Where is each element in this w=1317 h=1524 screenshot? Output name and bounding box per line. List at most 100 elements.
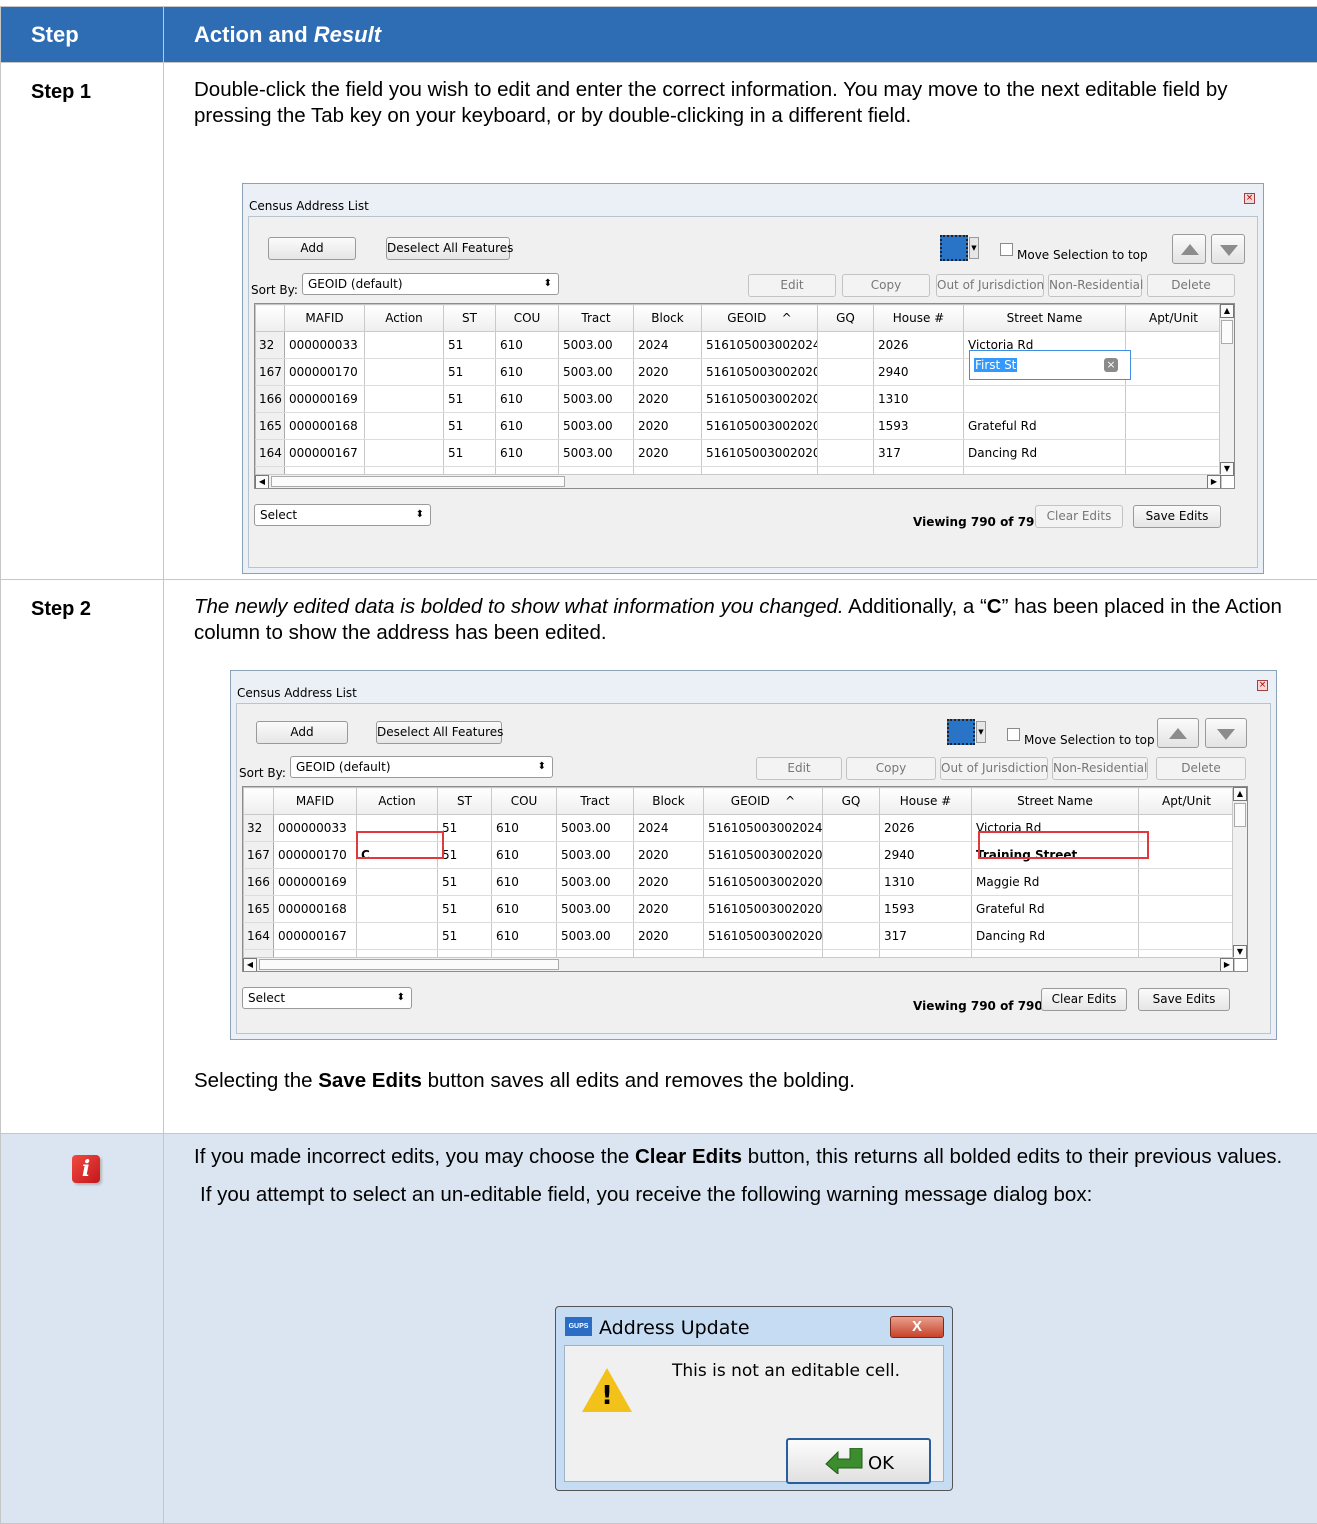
- scroll-thumb[interactable]: [1221, 320, 1233, 344]
- deselect-all-button[interactable]: Deselect All Features: [376, 721, 502, 744]
- cell-action[interactable]: [365, 413, 444, 440]
- cell-mafid[interactable]: 000000169: [274, 869, 357, 896]
- cell-tract[interactable]: 5003.00: [559, 359, 634, 386]
- cell-mafid[interactable]: 000000168: [285, 413, 365, 440]
- cell-geoid[interactable]: 516105003002020: [704, 869, 823, 896]
- cell-house[interactable]: 1310: [874, 386, 964, 413]
- cell-geoid[interactable]: 516105003002020: [702, 359, 818, 386]
- add-button[interactable]: Add: [256, 721, 348, 744]
- select-dropdown[interactable]: Select⬍: [254, 504, 431, 526]
- clear-text-icon[interactable]: ×: [1104, 358, 1118, 372]
- cell-block[interactable]: 2020: [634, 923, 704, 950]
- close-icon[interactable]: ×: [1257, 680, 1268, 691]
- table-row[interactable]: 165000000168516105003.002020516105003002…: [256, 413, 1222, 440]
- cell-action[interactable]: [365, 359, 444, 386]
- out-of-jurisdiction-button[interactable]: Out of Jurisdiction: [936, 274, 1044, 297]
- cell-block[interactable]: 2020: [634, 440, 702, 467]
- cell-street-name[interactable]: [964, 386, 1126, 413]
- scroll-thumb[interactable]: [1234, 803, 1246, 827]
- scroll-up-icon[interactable]: ▲: [1233, 787, 1247, 801]
- add-button[interactable]: Add: [268, 237, 356, 260]
- cell-block[interactable]: 2020: [634, 359, 702, 386]
- cell-house[interactable]: 2940: [880, 842, 972, 869]
- cell-geoid[interactable]: 516105003002024: [704, 815, 823, 842]
- column-header-block[interactable]: Block: [634, 305, 702, 332]
- cell-st[interactable]: 51: [438, 896, 492, 923]
- sort-by-select[interactable]: GEOID (default)⬍: [302, 273, 559, 295]
- cell-house[interactable]: 1593: [874, 413, 964, 440]
- save-edits-button[interactable]: Save Edits: [1138, 988, 1230, 1011]
- cell-action[interactable]: [357, 869, 438, 896]
- column-header-house[interactable]: House #: [874, 305, 964, 332]
- table-row[interactable]: 165000000168516105003.002020516105003002…: [244, 896, 1235, 923]
- edit-button[interactable]: Edit: [748, 274, 836, 297]
- column-header-st[interactable]: ST: [438, 788, 492, 815]
- scroll-right-icon[interactable]: ▶: [1220, 958, 1234, 972]
- cell-house[interactable]: 2026: [880, 815, 972, 842]
- clear-edits-button[interactable]: Clear Edits: [1035, 505, 1123, 528]
- clear-edits-button[interactable]: Clear Edits: [1041, 988, 1127, 1011]
- column-header-gq[interactable]: GQ: [818, 305, 874, 332]
- out-of-jurisdiction-button[interactable]: Out of Jurisdiction: [940, 757, 1048, 780]
- cell-tract[interactable]: 5003.00: [557, 923, 634, 950]
- cell-apt-unit[interactable]: [1139, 815, 1235, 842]
- cell-geoid[interactable]: 516105003002020: [704, 923, 823, 950]
- move-selection-checkbox[interactable]: [1007, 728, 1020, 741]
- cell-action[interactable]: [365, 332, 444, 359]
- table-row[interactable]: 166000000169516105003.002020516105003002…: [256, 386, 1222, 413]
- cell-geoid[interactable]: 516105003002020: [704, 896, 823, 923]
- cell-gq[interactable]: [823, 842, 880, 869]
- selection-tool-icon[interactable]: ▼: [947, 719, 985, 745]
- column-header-geoid[interactable]: GEOID ^: [704, 788, 823, 815]
- cell-gq[interactable]: [818, 386, 874, 413]
- cell-geoid[interactable]: 516105003002020: [702, 386, 818, 413]
- cell-cou[interactable]: 610: [492, 815, 557, 842]
- column-header-tract[interactable]: Tract: [559, 305, 634, 332]
- scroll-left-icon[interactable]: ◀: [255, 475, 269, 489]
- cell-tract[interactable]: 5003.00: [559, 440, 634, 467]
- cell-gq[interactable]: [823, 869, 880, 896]
- cell-gq[interactable]: [818, 332, 874, 359]
- cell-house[interactable]: 2940: [874, 359, 964, 386]
- cell-cou[interactable]: 610: [496, 386, 559, 413]
- cell-block[interactable]: 2020: [634, 386, 702, 413]
- cell-geoid[interactable]: 516105003002020: [702, 440, 818, 467]
- column-header-cou[interactable]: COU: [492, 788, 557, 815]
- cell-apt-unit[interactable]: [1139, 869, 1235, 896]
- cell-mafid[interactable]: 000000170: [285, 359, 365, 386]
- select-dropdown[interactable]: Select⬍: [242, 987, 412, 1009]
- vertical-scrollbar[interactable]: ▲ ▼: [1219, 304, 1234, 476]
- cell-tract[interactable]: 5003.00: [557, 815, 634, 842]
- cell-cou[interactable]: 610: [496, 413, 559, 440]
- copy-button[interactable]: Copy: [846, 757, 936, 780]
- cell-mafid[interactable]: 000000033: [285, 332, 365, 359]
- cell-st[interactable]: 51: [438, 815, 492, 842]
- column-header-geoid[interactable]: GEOID ^: [702, 305, 818, 332]
- cell-mafid[interactable]: 000000167: [274, 923, 357, 950]
- move-up-button[interactable]: [1157, 718, 1199, 748]
- cell-geoid[interactable]: 516105003002024: [702, 332, 818, 359]
- cell-apt-unit[interactable]: [1126, 413, 1222, 440]
- cell-house[interactable]: 317: [874, 440, 964, 467]
- ok-button[interactable]: OK: [786, 1438, 931, 1484]
- cell-gq[interactable]: [818, 440, 874, 467]
- cell-cou[interactable]: 610: [492, 896, 557, 923]
- column-header-house[interactable]: House #: [880, 788, 972, 815]
- table-row[interactable]: 166000000169516105003.002020516105003002…: [244, 869, 1235, 896]
- move-down-button[interactable]: [1211, 234, 1245, 264]
- cell-cou[interactable]: 610: [496, 332, 559, 359]
- horizontal-scrollbar[interactable]: ◀ ▶: [243, 957, 1234, 971]
- cell-block[interactable]: 2024: [634, 815, 704, 842]
- dialog-close-button[interactable]: X: [890, 1316, 944, 1338]
- cell-street-name[interactable]: Grateful Rd: [972, 896, 1139, 923]
- cell-block[interactable]: 2020: [634, 842, 704, 869]
- horizontal-scrollbar[interactable]: ◀ ▶: [255, 474, 1221, 488]
- cell-street-name[interactable]: Maggie Rd: [972, 869, 1139, 896]
- edit-button[interactable]: Edit: [756, 757, 842, 780]
- cell-block[interactable]: 2024: [634, 332, 702, 359]
- cell-cou[interactable]: 610: [496, 359, 559, 386]
- cell-cou[interactable]: 610: [492, 869, 557, 896]
- vertical-scrollbar[interactable]: ▲ ▼: [1232, 787, 1247, 959]
- cell-gq[interactable]: [818, 413, 874, 440]
- cell-house[interactable]: 2026: [874, 332, 964, 359]
